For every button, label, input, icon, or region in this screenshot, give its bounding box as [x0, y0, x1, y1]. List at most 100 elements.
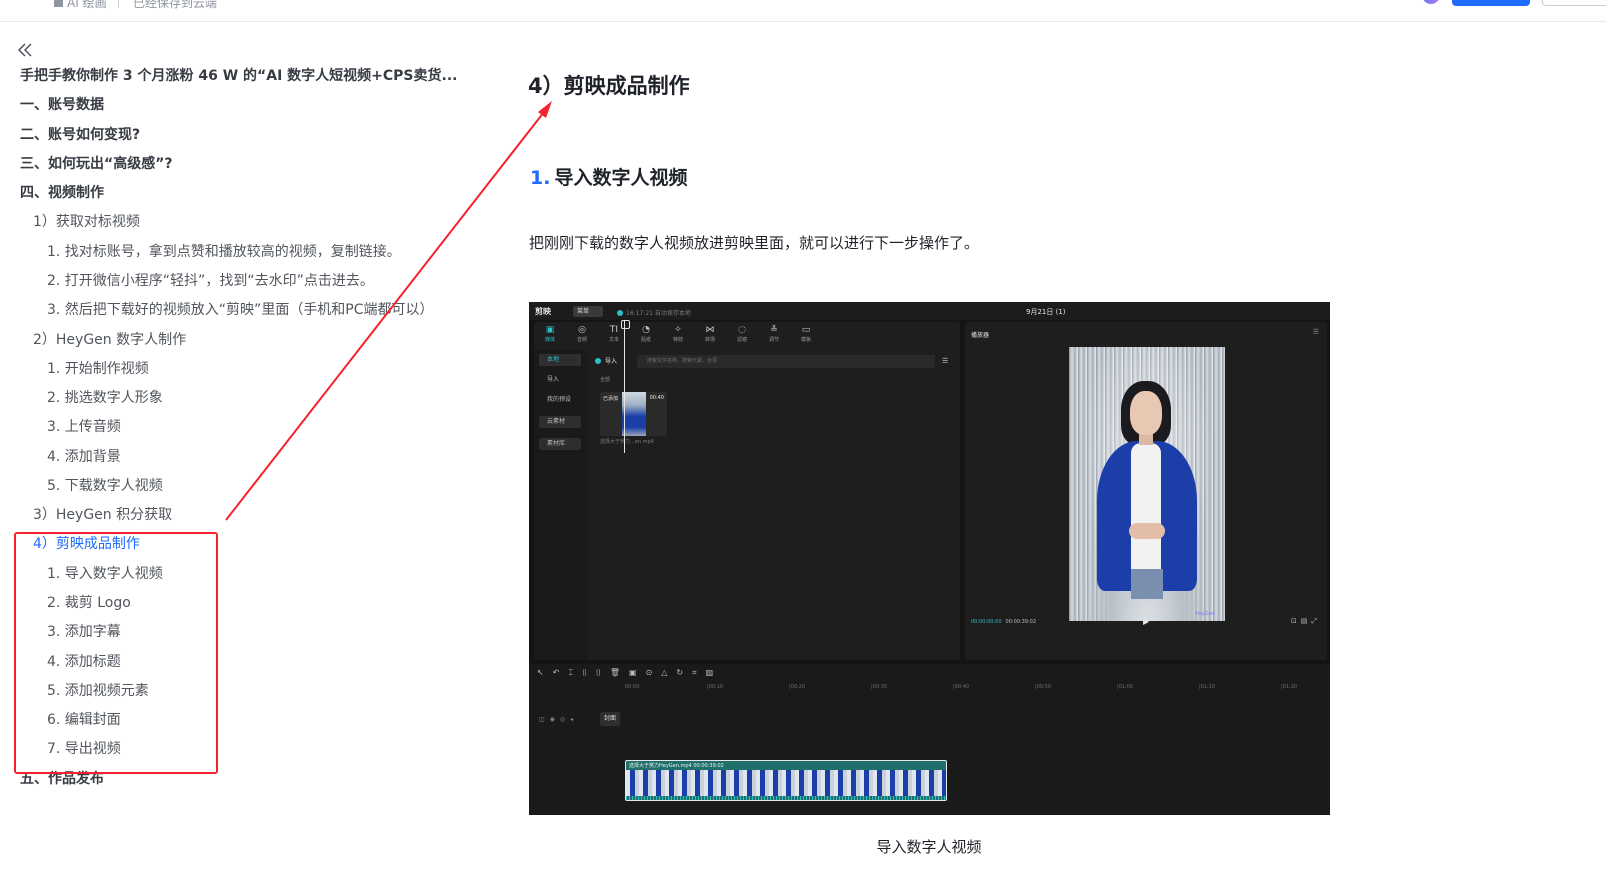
outline-item[interactable]: 三、如何玩出“高级感”? [20, 154, 173, 174]
tool-icon: ✧ [674, 325, 682, 335]
tool-icon: ⋈ [705, 325, 715, 335]
outline-item[interactable]: 1. 开始制作视频 [47, 359, 149, 379]
editor-tool: ▣ 媒体 [538, 325, 562, 343]
ratio-icon: ▤ [1300, 617, 1312, 625]
timeline-toolbar: ↖↶⌶⌷⌷🗑▣⊙△↻⌗▨ [537, 668, 722, 678]
outline-item[interactable]: 2）HeyGen 数字人制作 [33, 330, 186, 350]
outline-item[interactable]: 1. 导入数字人视频 [47, 564, 163, 584]
ruler-tick: |01:00 [1117, 684, 1134, 690]
tool-icon: ◌ [738, 325, 746, 335]
fit-icon: ⊡ [1290, 617, 1301, 625]
editor-tool: ✧ 特效 [666, 325, 690, 343]
outline-item[interactable]: 3. 添加字幕 [47, 622, 121, 642]
tool-icon: ◔ [642, 325, 650, 335]
ruler-tick: |00:40 [953, 684, 970, 690]
ruler-tick: |00:10 [707, 684, 724, 690]
outline-item[interactable]: 一、账号数据 [20, 95, 104, 115]
media-clip-card: 已添加 00:40 [600, 392, 667, 436]
track-audio-icon: ◂ [570, 716, 579, 723]
avatar-jeans [1131, 569, 1163, 599]
avatar-hands [1129, 523, 1165, 539]
freeze-icon: ▣ [629, 668, 646, 677]
tool-icon: ▣ [545, 325, 555, 335]
outline-item[interactable]: 3）HeyGen 积分获取 [33, 505, 172, 525]
trim-left-icon: ⌷ [582, 668, 597, 677]
cover-button: 封面 [600, 712, 620, 726]
import-label: 导入 [605, 358, 618, 365]
editor-tool: ⋈ 转场 [698, 325, 722, 343]
editor-tool: ◎ 音频 [570, 325, 594, 343]
share-button[interactable] [1452, 0, 1530, 6]
undo-icon: ↶ [552, 668, 569, 677]
outline-item[interactable]: 3. 然后把下载好的视频放入“剪映”里面（手机和PC端都可以） [47, 300, 434, 320]
menu-icon: ☰ [1312, 328, 1319, 336]
outline-item[interactable]: 1. 找对标账号，拿到点赞和播放较高的视频，复制链接。 [47, 242, 401, 262]
outline-item[interactable]: 6. 编辑封面 [47, 710, 121, 730]
crop-icon: ⌗ [692, 668, 706, 677]
editor-tool: ▭ 模板 [794, 325, 818, 343]
media-side-item: 导入 [547, 376, 560, 383]
media-side-item: 云素材 [539, 416, 581, 428]
outline-item[interactable]: 2. 裁剪 Logo [47, 593, 131, 613]
tool-label: 转场 [704, 337, 715, 343]
ruler-tick: |00:50 [1035, 684, 1052, 690]
outline-item[interactable]: 3. 上传音频 [47, 417, 121, 437]
outline-item[interactable]: 4. 添加背景 [47, 447, 121, 467]
outline-item[interactable]: 二、账号如何变现? [20, 125, 140, 145]
tool-label: 模板 [800, 337, 811, 343]
subsection-title: 导入数字人视频 [554, 167, 688, 189]
outline-item[interactable]: 4. 添加标题 [47, 652, 121, 672]
outline-item[interactable]: 2. 挑选数字人形象 [47, 388, 163, 408]
outline-item[interactable]: 5. 下载数字人视频 [47, 476, 163, 496]
tool-label: 滤镜 [736, 337, 747, 343]
ruler-tick: 00:00 [625, 684, 640, 690]
top-bar: AI 绘画 已经保存到云端 [0, 0, 1606, 22]
page: AI 绘画 已经保存到云端 手把手教你制作 3 个月涨粉 46 W 的“AI 数… [0, 0, 1606, 893]
editor-screenshot[interactable]: 剪映 菜单 16:17:21 自动保存本地 9月21日 (1) ▣ 媒体 ◎ 音频 TI… [529, 302, 1330, 815]
outline-item[interactable]: 四、视频制作 [20, 183, 104, 203]
all-filter-label: 全部 [600, 377, 611, 383]
clip-waveform [626, 796, 946, 800]
media-sidebar: 本地 导入 我的预设 云素材 素材库 [534, 350, 588, 660]
outline-item[interactable]: 4）剪映成品制作 [33, 534, 140, 554]
avatar[interactable] [1422, 0, 1440, 4]
import-icon [595, 358, 601, 364]
editor-menu-button: 菜单 [573, 306, 603, 317]
save-status: 已经保存到云端 [133, 0, 218, 10]
player-timecode: 00:00:00:00 00:00:39:02 [971, 619, 1036, 625]
editor-tool: ◔ 贴纸 [634, 325, 658, 343]
media-search-input: 搜索文件名称、搜索元素、台词 [637, 355, 935, 368]
autosave-text: 16:17:21 自动保存本地 [626, 310, 691, 317]
track-clip-label: 选择大于努力HeyGen.mp4 00:00:39:02 [629, 763, 724, 769]
breadcrumb[interactable]: AI 绘画 [54, 0, 107, 11]
collapse-outline-button[interactable] [16, 40, 36, 60]
playhead [621, 320, 630, 453]
editor-tool: ≚ 调节 [762, 325, 786, 343]
clip-duration: 00:40 [649, 395, 664, 401]
tool-icon: ◎ [578, 325, 586, 335]
mirror-icon: △ [661, 668, 677, 677]
more-button[interactable] [1542, 0, 1606, 6]
track-hide-icon: ◉ [549, 716, 560, 723]
outline-item[interactable]: 1）获取对标视频 [33, 212, 140, 232]
outline-item[interactable]: 五、作品发布 [20, 769, 104, 789]
outline-item[interactable]: 2. 打开微信小程序“轻抖”，找到“去水印”点击进去。 [47, 271, 374, 291]
clip-thumbnail [622, 392, 646, 436]
section-heading: 4）剪映成品制作 [528, 74, 690, 98]
list-view-icon: ☰ [942, 357, 949, 365]
outline-item[interactable]: 手把手教你制作 3 个月涨粉 46 W 的“AI 数字人短视频+CPS卖货... [20, 66, 457, 86]
autosave-status: 16:17:21 自动保存本地 [617, 308, 691, 317]
player-controls: ⊡▤⤢ [1291, 617, 1321, 626]
media-side-item: 我的预设 [547, 396, 572, 403]
tool-label: 特效 [672, 337, 683, 343]
media-side-item: 本地 [539, 354, 581, 366]
outline-item[interactable]: 5. 添加视频元素 [47, 681, 149, 701]
avatar-face [1130, 391, 1162, 435]
autosave-icon [617, 310, 623, 316]
outline-item[interactable]: 7. 导出视频 [47, 739, 121, 759]
ruler-tick: |01:10 [1199, 684, 1216, 690]
breadcrumb-label: AI 绘画 [67, 0, 107, 10]
ruler-tick: |00:20 [789, 684, 806, 690]
divider [118, 0, 119, 8]
delete-icon: 🗑 [609, 668, 629, 677]
